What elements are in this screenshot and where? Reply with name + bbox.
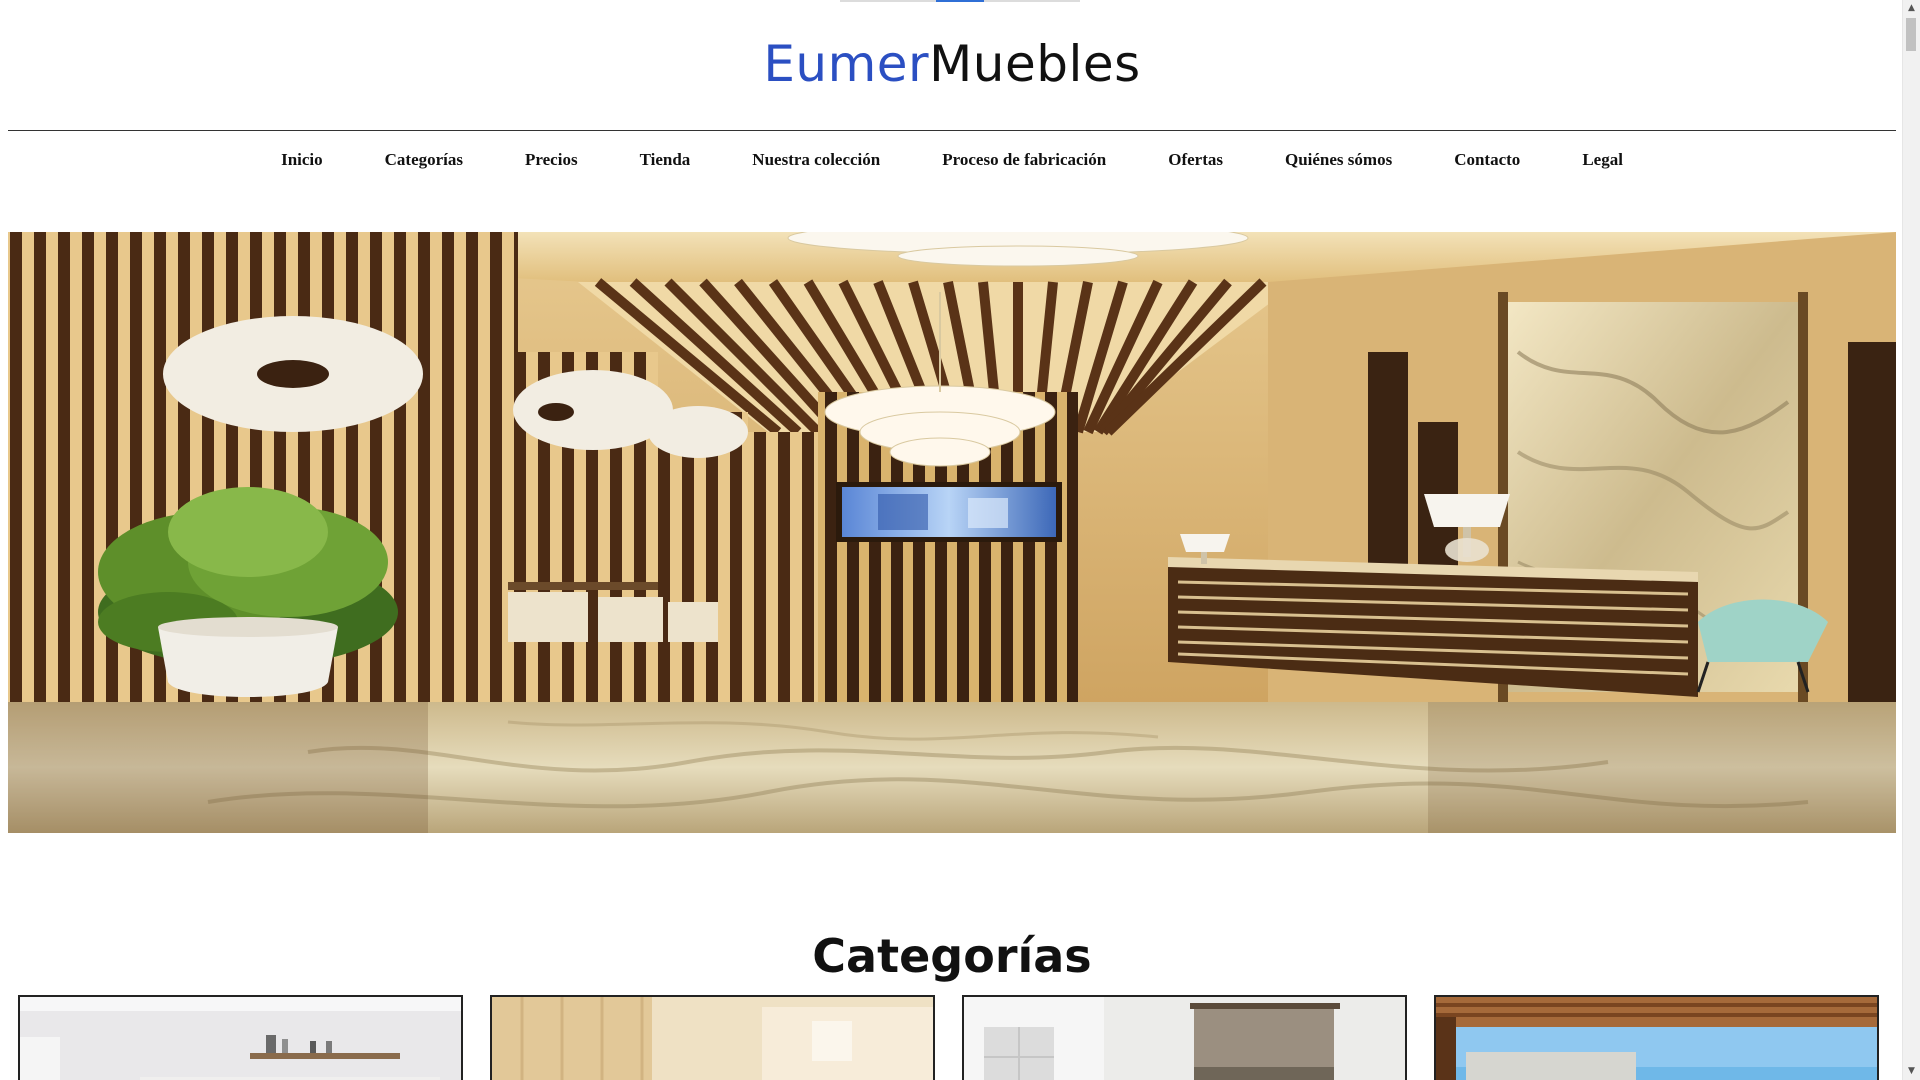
brand-name-part1: Eumer: [763, 35, 930, 93]
nav-item-inicio[interactable]: Inicio: [250, 150, 354, 170]
main-nav: Inicio Categorías Precios Tienda Nuestra…: [0, 148, 1904, 172]
category-card-3[interactable]: [962, 995, 1407, 1080]
site-logo[interactable]: EumerMuebles: [0, 32, 1904, 96]
hotel-lobby-illustration: [8, 232, 1896, 833]
hero-image: [8, 232, 1896, 833]
nav-item-contacto[interactable]: Contacto: [1423, 150, 1551, 170]
scroll-up-arrow-icon[interactable]: ▲: [1903, 0, 1920, 17]
wardrobe-image: [492, 997, 933, 1080]
brand-name-part2: Muebles: [929, 35, 1141, 93]
categories-title: Categorías: [812, 929, 1092, 984]
header-divider: [8, 130, 1896, 131]
category-card-2[interactable]: [490, 995, 935, 1080]
category-card-4[interactable]: [1434, 995, 1879, 1080]
terrace-image: [1436, 997, 1877, 1080]
scroll-thumb[interactable]: [1906, 18, 1916, 51]
living-room-image: [964, 997, 1405, 1080]
nav-item-ofertas[interactable]: Ofertas: [1137, 150, 1254, 170]
nav-item-coleccion[interactable]: Nuestra colección: [721, 150, 911, 170]
category-card-1[interactable]: [18, 995, 463, 1080]
slider-active-indicator[interactable]: [936, 0, 984, 2]
category-cards: [18, 995, 1882, 1080]
nav-item-categorias[interactable]: Categorías: [354, 150, 494, 170]
nav-item-fabricacion[interactable]: Proceso de fabricación: [911, 150, 1137, 170]
page: EumerMuebles Inicio Categorías Precios T…: [0, 0, 1920, 1080]
nav-item-tienda[interactable]: Tienda: [609, 150, 722, 170]
nav-item-quienes-somos[interactable]: Quiénes sómos: [1254, 150, 1423, 170]
nav-item-legal[interactable]: Legal: [1551, 150, 1654, 170]
page-scrollbar[interactable]: ▲ ▼: [1902, 0, 1920, 1080]
scroll-down-arrow-icon[interactable]: ▼: [1903, 1063, 1920, 1080]
nav-item-precios[interactable]: Precios: [494, 150, 609, 170]
bedroom-image: [20, 997, 461, 1080]
